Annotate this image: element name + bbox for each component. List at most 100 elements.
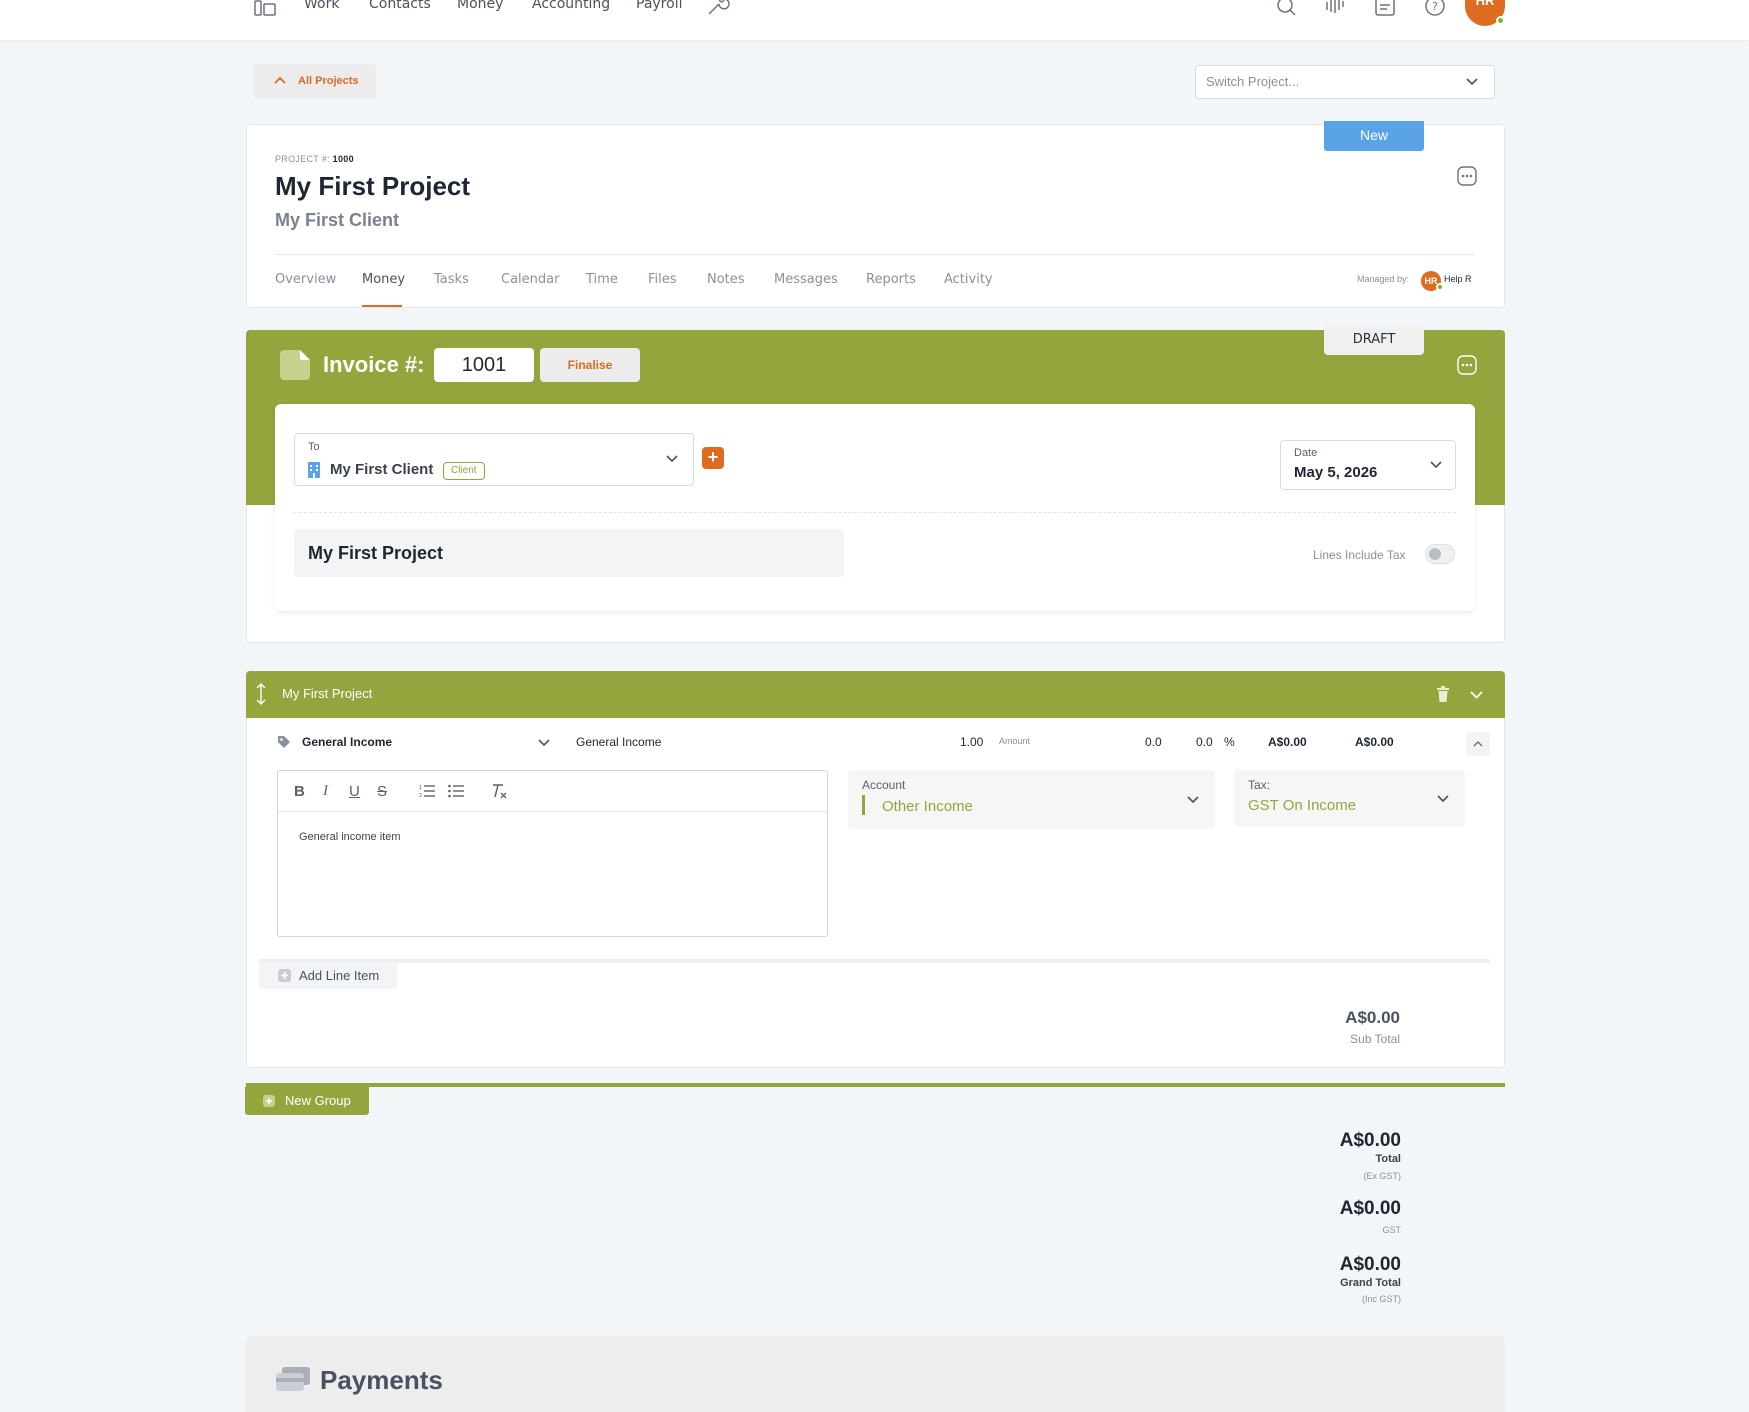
svg-text:1: 1	[419, 785, 422, 791]
user-avatar-initials: HR	[1475, 0, 1495, 8]
project-number-label: PROJECT #:	[275, 154, 330, 164]
notes-icon[interactable]	[1375, 0, 1395, 16]
nav-payroll[interactable]: Payroll	[636, 0, 682, 12]
date-label: Date	[1294, 447, 1318, 459]
tab-time[interactable]: Time	[586, 272, 618, 287]
invoice-project-name[interactable]: My First Project	[294, 529, 844, 577]
credit-card-icon	[276, 1367, 310, 1393]
grand-total-label: Grand Total	[1340, 1277, 1401, 1289]
line-discount[interactable]: 0.0	[1196, 735, 1213, 749]
account-chevron-icon	[1187, 796, 1199, 804]
tab-activity[interactable]: Activity	[944, 272, 993, 287]
tab-files[interactable]: Files	[648, 272, 677, 287]
tab-calendar[interactable]: Calendar	[501, 272, 559, 287]
add-line-item-label: Add Line Item	[299, 968, 380, 983]
bold-icon[interactable]: B	[294, 783, 305, 800]
svg-text:2: 2	[419, 793, 422, 798]
line-subtotal: A$0.00	[1268, 735, 1307, 749]
editor-toolbar: B I U S 12	[278, 771, 827, 812]
dashboard-icon[interactable]	[254, 0, 276, 16]
plus-icon: +	[707, 447, 719, 467]
tab-notes[interactable]: Notes	[707, 272, 745, 287]
tab-messages[interactable]: Messages	[774, 272, 838, 287]
manager-online-icon	[1436, 283, 1444, 291]
nav-accounting[interactable]: Accounting	[532, 0, 610, 12]
group-title[interactable]: My First Project	[282, 686, 372, 701]
invoice-number-input[interactable]: 1001	[434, 348, 534, 382]
nav-work[interactable]: Work	[304, 0, 339, 12]
lines-include-tax-label: Lines Include Tax	[1313, 548, 1406, 562]
to-client-select[interactable]	[294, 433, 694, 486]
ordered-list-icon[interactable]: 12	[419, 784, 435, 798]
total-label: Total	[1375, 1153, 1401, 1165]
tab-money[interactable]: Money	[362, 272, 405, 287]
line-note-text: General income item	[299, 831, 401, 843]
help-icon[interactable]: ?	[1425, 0, 1445, 17]
line-quantity[interactable]: 1.00	[960, 735, 983, 749]
project-client[interactable]: My First Client	[275, 210, 399, 231]
invoice-status-badge: DRAFT	[1324, 326, 1424, 355]
switch-project-select[interactable]: Switch Project...	[1195, 65, 1495, 99]
italic-icon[interactable]: I	[323, 783, 328, 800]
project-number: PROJECT #: 1000	[275, 154, 354, 164]
account-value: Other Income	[882, 798, 973, 815]
tab-overview[interactable]: Overview	[275, 272, 336, 287]
line-description[interactable]: General Income	[576, 735, 661, 749]
tab-tasks[interactable]: Tasks	[434, 272, 469, 287]
tab-reports[interactable]: Reports	[866, 272, 916, 287]
tabs-divider	[275, 254, 1475, 255]
online-status-icon	[1496, 16, 1505, 25]
payments-title: Payments	[320, 1365, 443, 1395]
invoice-more-options-icon[interactable]	[1457, 355, 1477, 375]
clear-format-icon[interactable]	[491, 783, 507, 799]
to-label: To	[308, 441, 320, 453]
all-projects-button[interactable]: All Projects	[254, 64, 376, 99]
line-items-divider	[259, 959, 1490, 963]
tax-chevron-icon	[1437, 795, 1449, 803]
search-icon[interactable]	[1276, 0, 1296, 16]
discount-unit: %	[1224, 735, 1235, 749]
date-value: May 5, 2026	[1294, 464, 1378, 481]
drag-handle-icon[interactable]	[256, 683, 266, 705]
lines-include-tax-toggle[interactable]	[1425, 544, 1455, 564]
total-value: A$0.00	[1339, 1130, 1401, 1151]
plus-square-icon	[263, 1095, 275, 1107]
new-button[interactable]: New	[1324, 121, 1424, 151]
trash-icon[interactable]	[1437, 686, 1449, 702]
project-title: My First Project	[275, 171, 471, 201]
wrench-icon[interactable]	[706, 0, 730, 16]
bullet-list-icon[interactable]	[448, 784, 464, 798]
grand-total-sub-label: (Inc GST)	[1361, 1294, 1401, 1304]
top-navigation: Work Contacts Money Accounting Payroll ?…	[0, 0, 1749, 40]
more-options-icon[interactable]	[1457, 166, 1477, 186]
underline-icon[interactable]: U	[349, 783, 360, 800]
chevron-up-icon	[274, 76, 286, 84]
account-label: Account	[862, 778, 906, 792]
line-collapse-button[interactable]	[1466, 732, 1490, 756]
add-contact-button[interactable]: +	[702, 447, 724, 469]
all-projects-label: All Projects	[298, 75, 359, 87]
amount-label: Amount	[999, 736, 1031, 746]
project-number-value: 1000	[332, 154, 354, 164]
tax-value: GST On Income	[1248, 797, 1357, 814]
group-header	[246, 671, 1505, 718]
strikethrough-icon[interactable]: S	[377, 783, 387, 800]
finalise-button[interactable]: Finalise	[540, 348, 640, 382]
sub-total-value: A$0.00	[1345, 1008, 1400, 1027]
collapse-chevron-icon[interactable]	[1470, 691, 1483, 699]
line-amount[interactable]: 0.0	[1145, 735, 1162, 749]
new-group-button[interactable]: New Group	[245, 1087, 369, 1115]
nav-money[interactable]: Money	[457, 0, 503, 12]
line-note-editor[interactable]: B I U S 12 General income item	[277, 770, 828, 937]
total-sub-label: (Ex GST)	[1363, 1171, 1402, 1181]
to-chevron-down-icon	[666, 455, 678, 463]
line-item-chevron-icon[interactable]	[538, 739, 550, 747]
building-icon	[308, 462, 320, 478]
voice-icon[interactable]	[1325, 0, 1345, 14]
new-group-label: New Group	[285, 1093, 351, 1108]
add-line-item-button[interactable]: Add Line Item	[259, 962, 397, 989]
account-color-marker	[862, 795, 865, 815]
line-item-select[interactable]: General Income	[302, 735, 392, 749]
nav-contacts[interactable]: Contacts	[369, 0, 431, 12]
line-total: A$0.00	[1355, 735, 1394, 749]
